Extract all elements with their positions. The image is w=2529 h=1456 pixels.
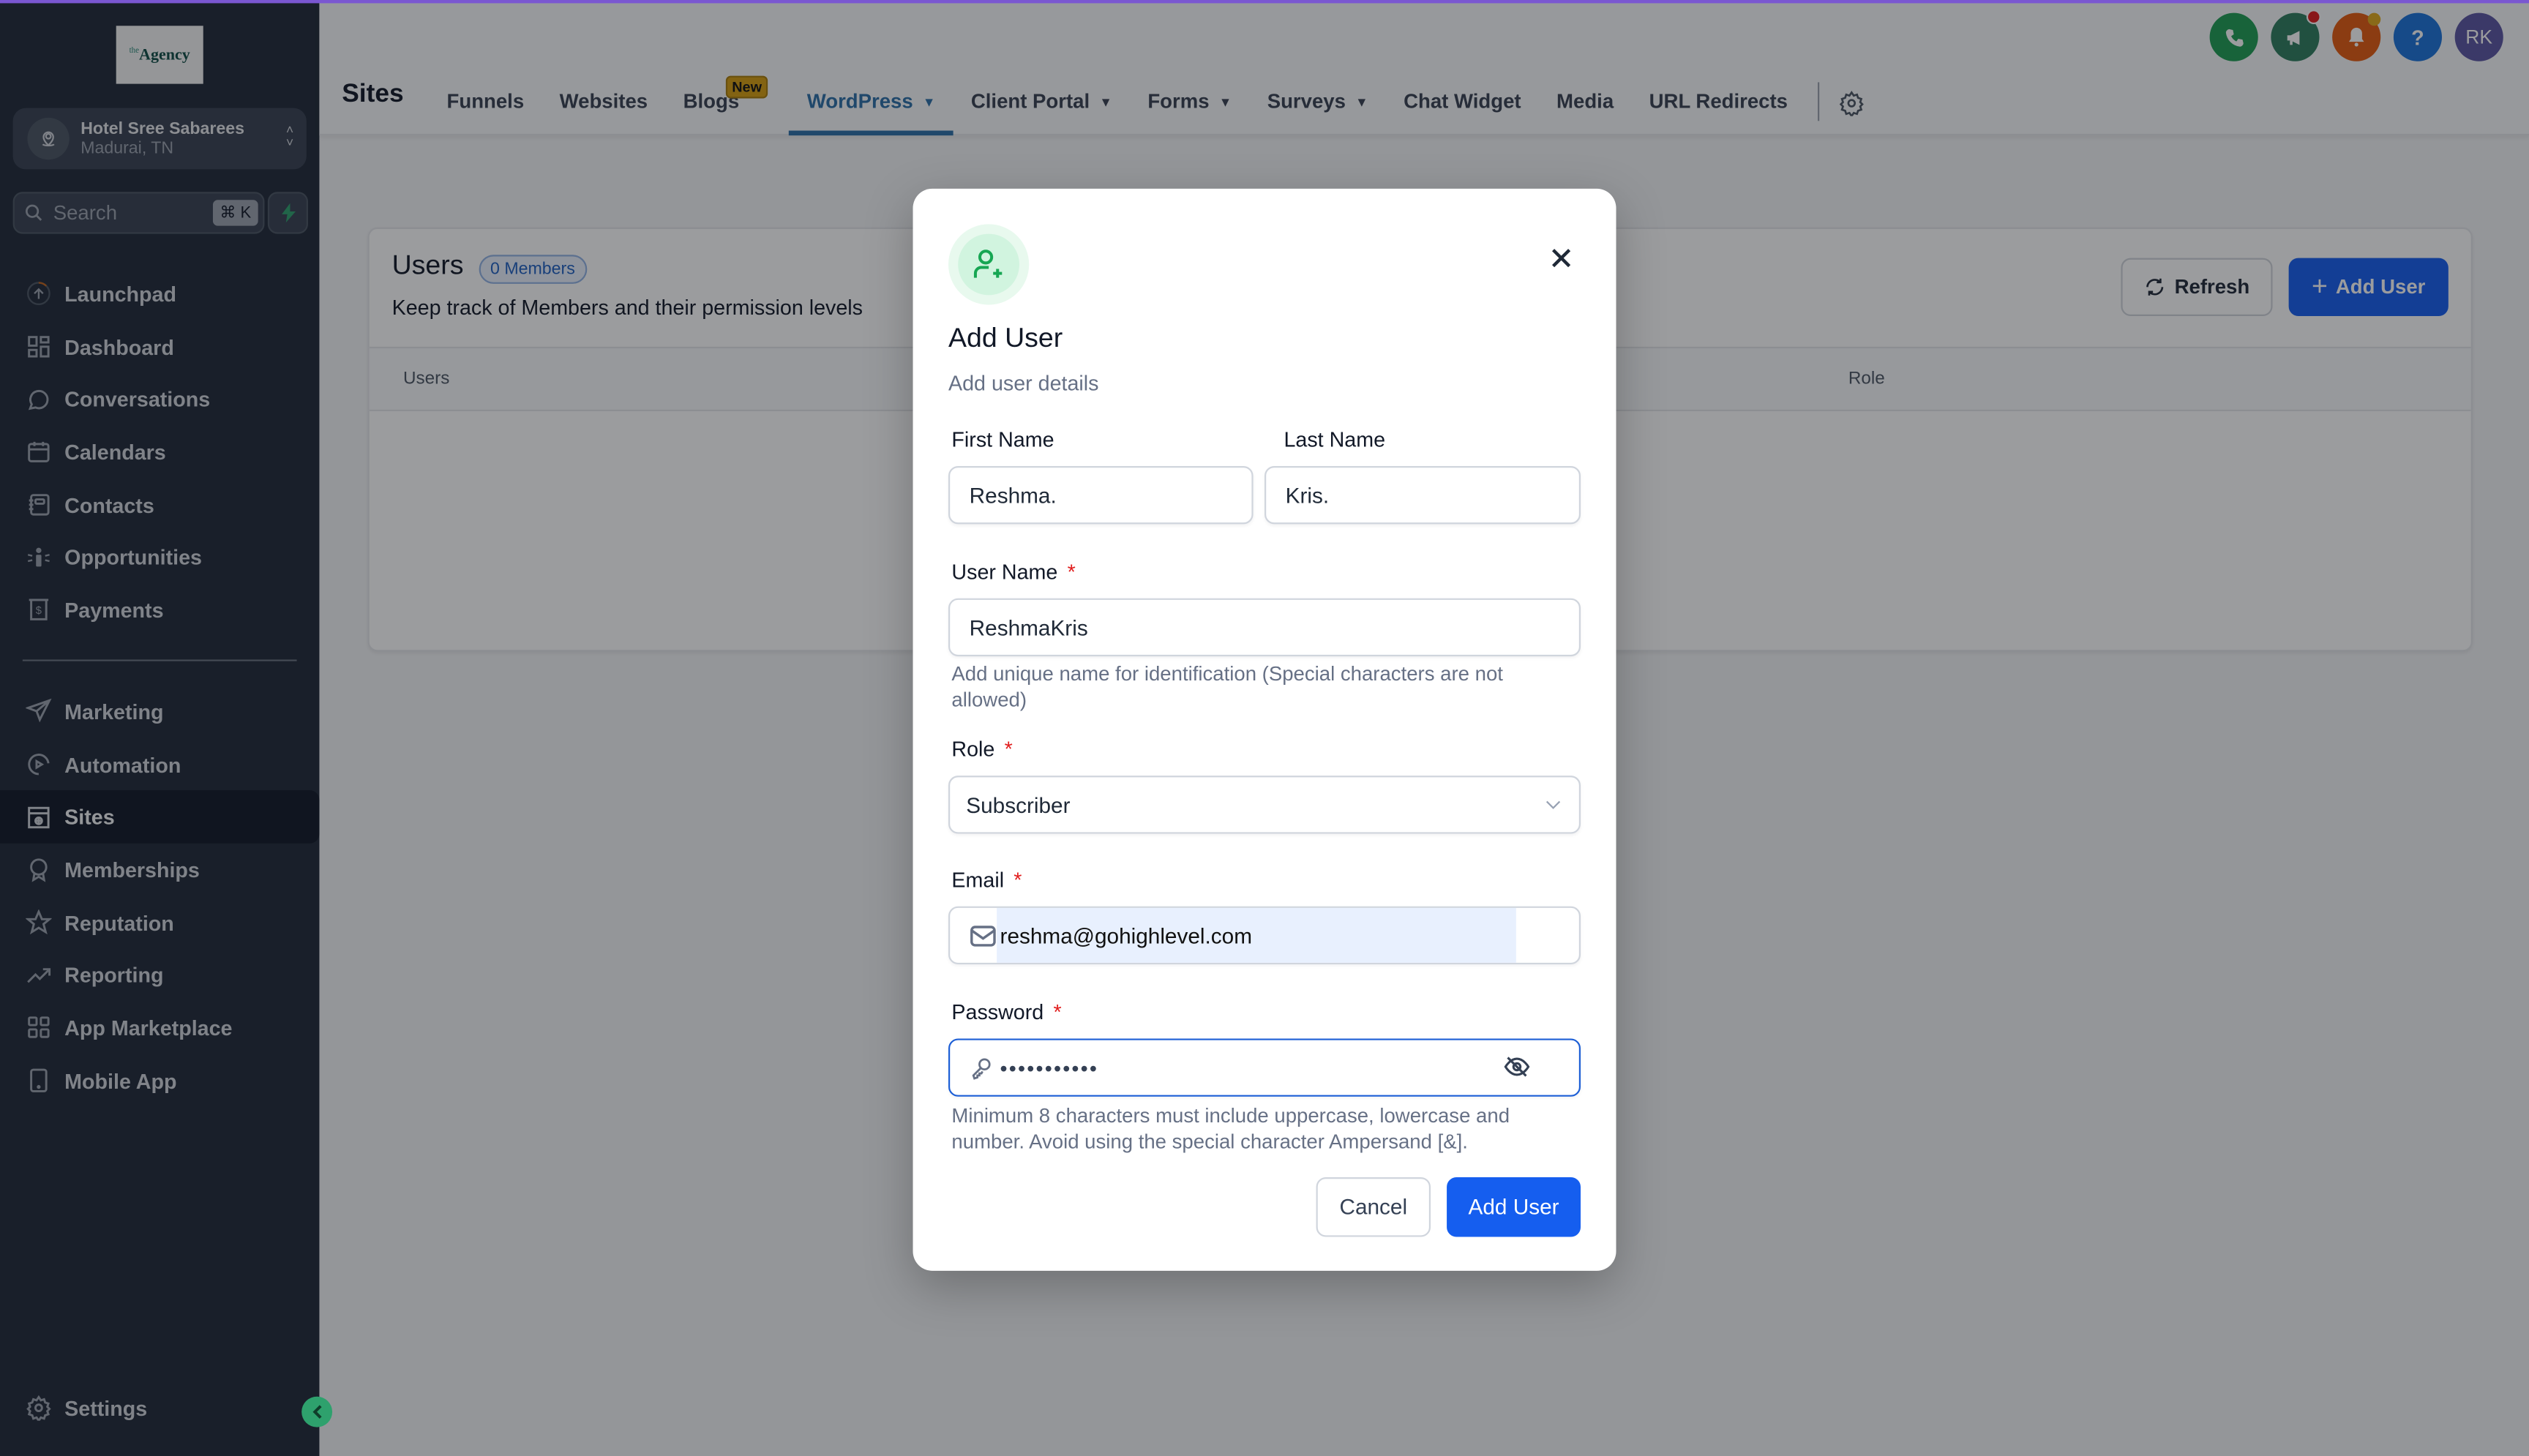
user-name-value: ReshmaKris	[969, 615, 1088, 639]
first-name-label: First Name	[951, 427, 1054, 452]
email-label: Email *	[951, 868, 1022, 892]
chevron-left-icon	[312, 1405, 321, 1419]
password-field[interactable]: •••••••••••	[948, 1038, 1581, 1097]
label-text: Email	[951, 867, 1005, 892]
toggle-password-visibility[interactable]	[1503, 1053, 1530, 1085]
required-asterisk: *	[1004, 737, 1013, 762]
email-value: reshma@gohighlevel.com	[997, 907, 1516, 963]
role-label: Role *	[951, 737, 1012, 761]
add-user-modal: Add User Add user details First Name Res…	[913, 188, 1616, 1271]
user-name-field[interactable]: ReshmaKris	[948, 598, 1581, 657]
modal-title: Add User	[948, 322, 1063, 353]
close-modal-button[interactable]	[1546, 242, 1578, 274]
password-hint: Minimum 8 characters must include upperc…	[951, 1104, 1510, 1153]
last-name-label: Last Name	[1284, 427, 1386, 452]
label-text: User Name	[951, 559, 1058, 584]
key-icon	[972, 1057, 991, 1079]
app-window: theAgency Hotel Sree Sabarees Madurai, T…	[0, 0, 2529, 1456]
email-field[interactable]: reshma@gohighlevel.com	[948, 906, 1581, 965]
user-name-label: User Name *	[951, 560, 1075, 584]
chevron-down-icon	[1546, 800, 1561, 809]
collapse-sidebar-button[interactable]	[301, 1396, 333, 1427]
role-value: Subscriber	[966, 792, 1071, 817]
mail-icon	[970, 925, 996, 946]
user-plus-icon	[973, 249, 1003, 278]
password-label: Password *	[951, 1000, 1061, 1024]
label-text: Role	[951, 737, 995, 762]
submit-add-user-button[interactable]: Add User	[1447, 1177, 1581, 1237]
role-select[interactable]: Subscriber	[948, 776, 1581, 834]
first-name-value: Reshma.	[969, 483, 1057, 508]
eye-off-icon	[1504, 1057, 1530, 1077]
required-asterisk: *	[1067, 559, 1076, 584]
user-name-hint: Add unique name for identification (Spec…	[951, 662, 1503, 712]
close-icon	[1551, 249, 1571, 268]
cancel-button[interactable]: Cancel	[1316, 1177, 1431, 1237]
last-name-value: Kris.	[1285, 483, 1330, 508]
required-asterisk: *	[1053, 999, 1062, 1024]
first-name-field[interactable]: Reshma.	[948, 465, 1254, 525]
top-accent-bar	[0, 0, 2529, 4]
label-text: Password	[951, 999, 1044, 1024]
required-asterisk: *	[1014, 867, 1022, 892]
password-value: •••••••••••	[1000, 1055, 1099, 1080]
last-name-field[interactable]: Kris.	[1264, 465, 1581, 525]
user-add-icon-badge	[948, 224, 1030, 305]
modal-subtitle: Add user details	[948, 370, 1099, 396]
